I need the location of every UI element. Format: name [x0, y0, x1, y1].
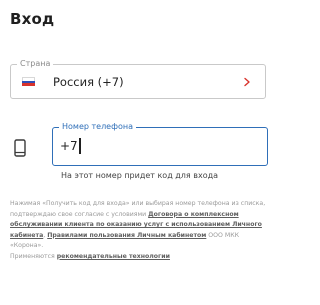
- page-title: Вход: [10, 10, 55, 28]
- legal-text-part: Применяются: [10, 252, 57, 260]
- phone-input[interactable]: Номер телефона +7: [52, 121, 268, 166]
- country-select[interactable]: Страна Россия (+7): [10, 58, 266, 99]
- russia-flag-icon: [22, 77, 35, 87]
- legal-text: Нажимая «Получить код для входа» или выб…: [10, 199, 272, 262]
- phone-value: +7: [60, 139, 78, 153]
- smartphone-icon: [14, 139, 26, 157]
- text-caret: [79, 138, 81, 154]
- rules-link[interactable]: Правилами пользования Личным кабинетом: [47, 232, 206, 239]
- country-value: Россия (+7): [53, 75, 124, 89]
- chevron-right-icon: [244, 77, 250, 87]
- phone-label: Номер телефона: [59, 121, 136, 133]
- country-label: Страна: [17, 58, 54, 70]
- phone-hint: На этот номер придет код для входа: [61, 171, 219, 180]
- recommendation-tech-link[interactable]: рекомендательные технологии: [57, 253, 170, 260]
